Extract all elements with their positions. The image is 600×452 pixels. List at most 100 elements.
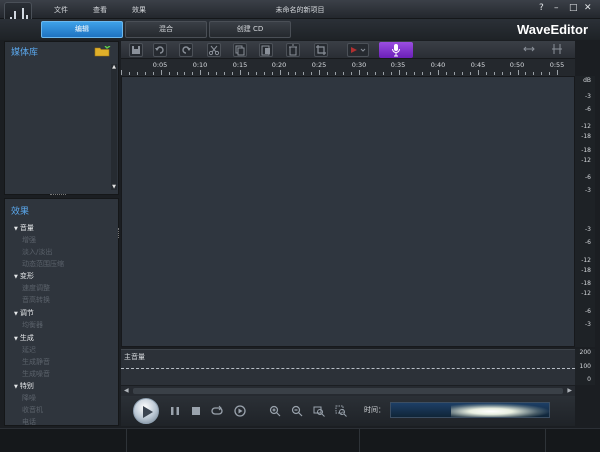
zoom-out-icon[interactable] bbox=[290, 404, 304, 418]
waveform-canvas[interactable] bbox=[121, 76, 575, 347]
ruler-tick bbox=[478, 70, 479, 75]
zoom-selection-icon[interactable] bbox=[334, 404, 348, 418]
maximize-button[interactable]: □ bbox=[569, 3, 578, 13]
delete-icon[interactable] bbox=[286, 43, 300, 57]
undo-icon[interactable] bbox=[153, 43, 167, 57]
splitter-handle[interactable] bbox=[118, 228, 120, 238]
effect-item[interactable]: 生成静音 bbox=[22, 357, 50, 367]
ruler-label: 0:05 bbox=[152, 61, 168, 69]
ruler-tick bbox=[288, 72, 289, 75]
timeline-scrollbar[interactable]: ◀ ▶ bbox=[121, 386, 575, 396]
ruler-tick bbox=[391, 72, 392, 75]
cut-icon[interactable] bbox=[207, 43, 221, 57]
scroll-down-icon[interactable]: ▼ bbox=[111, 184, 117, 190]
media-library-title: 媒体库 bbox=[11, 48, 39, 58]
effects-category-special[interactable]: ▼ 特别 bbox=[14, 381, 34, 391]
split-icon[interactable] bbox=[523, 43, 537, 57]
db-label: -6 bbox=[585, 239, 591, 246]
expand-triangle-icon: ▼ bbox=[14, 311, 18, 317]
ruler-tick bbox=[367, 72, 368, 75]
copy-icon[interactable] bbox=[233, 43, 247, 57]
ruler-tick bbox=[248, 72, 249, 75]
mic-icon[interactable] bbox=[379, 42, 413, 58]
ruler-tick bbox=[462, 72, 463, 75]
panel-resize-handle[interactable] bbox=[50, 194, 66, 196]
effect-item[interactable]: 均衡器 bbox=[22, 320, 43, 330]
save-icon[interactable] bbox=[129, 43, 143, 57]
effects-category-adjust[interactable]: ▼ 调节 bbox=[14, 308, 34, 318]
ruler-tick bbox=[240, 70, 241, 75]
expand-triangle-icon: ▼ bbox=[14, 384, 18, 390]
ruler-tick bbox=[311, 72, 312, 75]
media-library-scrollbar[interactable]: ▲ ▼ bbox=[111, 64, 117, 190]
skip-icon[interactable] bbox=[233, 404, 247, 418]
ruler-tick bbox=[272, 72, 273, 75]
stop-icon[interactable] bbox=[189, 404, 203, 418]
zoom-fit-icon[interactable] bbox=[312, 404, 326, 418]
effect-item[interactable]: 淡入/淡出 bbox=[22, 247, 52, 257]
tab-create-cd[interactable]: 创建 CD bbox=[209, 21, 291, 38]
folder-add-icon[interactable] bbox=[94, 45, 111, 57]
db-label: -3 bbox=[585, 321, 591, 328]
tab-edit[interactable]: 编辑 bbox=[41, 21, 123, 38]
ruler-tick bbox=[518, 70, 519, 75]
db-label: -6 bbox=[585, 308, 591, 315]
transport-bar: 时间： bbox=[121, 396, 575, 426]
db-label: -3 bbox=[585, 226, 591, 233]
effect-item[interactable]: 增强 bbox=[22, 235, 36, 245]
effect-item[interactable]: 延迟 bbox=[22, 345, 36, 355]
db-label: -18 bbox=[581, 147, 591, 154]
effect-item[interactable]: 电话 bbox=[22, 417, 36, 425]
minimize-button[interactable]: – bbox=[554, 3, 559, 13]
display-glare bbox=[451, 403, 551, 417]
db-unit-label: dB bbox=[583, 77, 591, 84]
effect-item[interactable]: 收音机 bbox=[22, 405, 43, 415]
crop-icon[interactable] bbox=[314, 43, 328, 57]
help-button[interactable]: ? bbox=[539, 3, 544, 13]
ruler-label: 0:40 bbox=[430, 61, 446, 69]
scroll-left-icon[interactable]: ◀ bbox=[124, 387, 129, 394]
ruler-tick bbox=[470, 72, 471, 75]
effects-category-transform[interactable]: ▼ 变形 bbox=[14, 271, 34, 281]
play-icon[interactable] bbox=[133, 398, 159, 424]
effect-item[interactable]: 降噪 bbox=[22, 393, 36, 403]
db-label: -3 bbox=[585, 187, 591, 194]
paste-icon[interactable] bbox=[259, 43, 273, 57]
zoom-in-icon[interactable] bbox=[268, 404, 282, 418]
ruler-tick bbox=[438, 70, 439, 75]
ruler-tick bbox=[510, 72, 511, 75]
record-icon[interactable] bbox=[347, 43, 369, 57]
master-volume-track[interactable]: 主音量 bbox=[121, 349, 575, 385]
scrollbar-thumb[interactable] bbox=[133, 388, 563, 394]
ruler-label: 0:25 bbox=[311, 61, 327, 69]
close-button[interactable]: ✕ bbox=[584, 3, 592, 13]
effect-item[interactable]: 音高转换 bbox=[22, 295, 50, 305]
ruler-label: 0:20 bbox=[271, 61, 287, 69]
ruler-tick bbox=[145, 72, 146, 75]
pause-icon[interactable] bbox=[168, 404, 182, 418]
timeline-ruler[interactable]: 0:05 0:10 0:15 0:20 0:25 0:30 0:35 0:40 … bbox=[121, 59, 575, 76]
scroll-up-icon[interactable]: ▲ bbox=[111, 64, 117, 70]
redo-icon[interactable] bbox=[179, 43, 193, 57]
ruler-label: 0:55 bbox=[549, 61, 565, 69]
ruler-tick bbox=[486, 72, 487, 75]
scroll-right-icon[interactable]: ▶ bbox=[567, 387, 572, 394]
effect-item[interactable]: 动态范围压缩 bbox=[22, 259, 64, 269]
db-label: -12 bbox=[581, 123, 591, 130]
volume-scale: 200 100 0 bbox=[575, 349, 595, 385]
fit-icon[interactable] bbox=[551, 43, 565, 57]
ruler-tick bbox=[422, 72, 423, 75]
ruler-tick bbox=[295, 72, 296, 75]
window-title: 未命名的新项目 bbox=[275, 6, 325, 14]
loop-icon[interactable] bbox=[210, 404, 224, 418]
volume-envelope-line[interactable] bbox=[121, 368, 575, 369]
effects-category-volume[interactable]: ▼ 音量 bbox=[14, 223, 34, 233]
ruler-tick bbox=[494, 72, 495, 75]
ruler-label: 0:45 bbox=[470, 61, 486, 69]
effect-item[interactable]: 生成噪音 bbox=[22, 369, 50, 379]
ruler-tick bbox=[169, 72, 170, 75]
status-divider bbox=[545, 429, 546, 452]
effects-category-generate[interactable]: ▼ 生成 bbox=[14, 333, 34, 343]
tab-mix[interactable]: 混合 bbox=[125, 21, 207, 38]
effect-item[interactable]: 速度调整 bbox=[22, 283, 50, 293]
